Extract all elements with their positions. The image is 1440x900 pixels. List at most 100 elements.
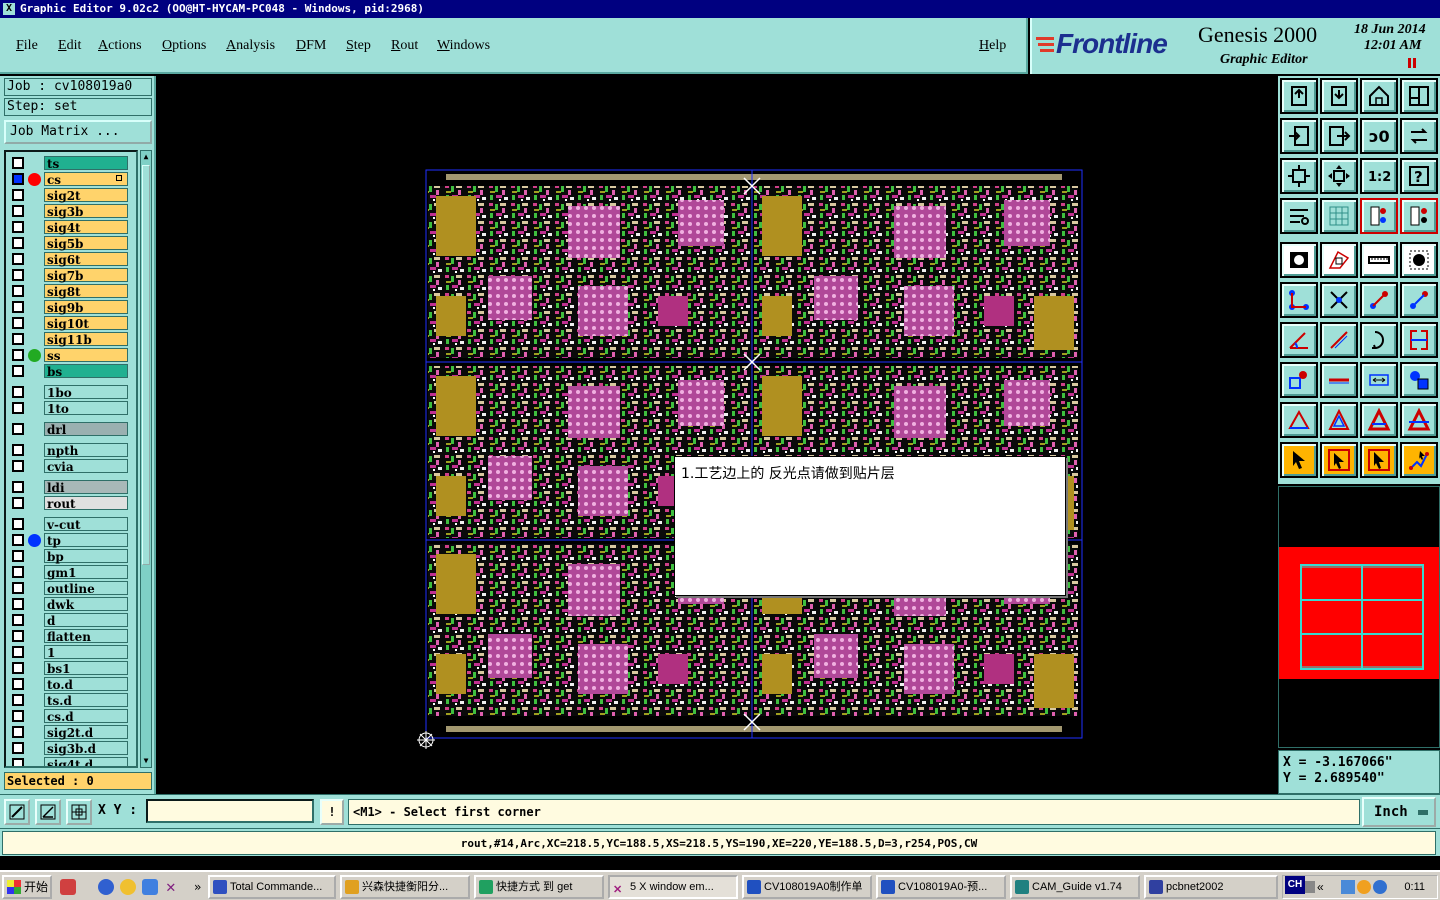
layer-row[interactable]: npth <box>8 443 136 458</box>
units-dropdown[interactable]: Inch <box>1362 797 1436 827</box>
layer-row[interactable]: sig4t.d <box>8 757 136 766</box>
pointer-select-icon[interactable] <box>1360 442 1398 478</box>
task-cv108019a0-pre[interactable]: CV108019A0-预... <box>876 875 1006 899</box>
layer-row[interactable]: dwk <box>8 597 136 612</box>
browser-icon[interactable] <box>142 879 158 895</box>
layer-row[interactable]: sig8t <box>8 284 136 299</box>
layer-row[interactable]: d <box>8 613 136 628</box>
scrollbar-thumb[interactable] <box>142 165 150 565</box>
layer-row[interactable]: ss <box>8 348 136 363</box>
start-button[interactable]: 开始 <box>2 875 52 899</box>
layer-checkbox[interactable] <box>12 598 24 610</box>
task-x-window[interactable]: ✕ 5 X window em... <box>608 875 738 899</box>
layer-name[interactable]: bs <box>44 364 128 379</box>
layer-row[interactable]: ts <box>8 156 136 171</box>
layer-checkbox[interactable] <box>12 365 24 377</box>
tray-update-icon[interactable] <box>1373 880 1387 894</box>
layer-name[interactable]: flatten <box>44 629 128 644</box>
layer-name[interactable]: d <box>44 613 128 628</box>
layer-name[interactable]: bs1 <box>44 661 128 676</box>
horizontal-line-icon[interactable] <box>1320 362 1358 398</box>
layer-name[interactable]: to.d <box>44 677 128 692</box>
layer-checkbox[interactable] <box>12 646 24 658</box>
outline-mode-icon[interactable] <box>1320 242 1358 278</box>
layer-name[interactable]: cs.d <box>44 709 128 724</box>
app-icon[interactable]: X <box>3 3 15 15</box>
grid-icon[interactable] <box>1320 198 1358 234</box>
layer-row[interactable]: tp <box>8 533 136 548</box>
layer-name[interactable]: sig11b <box>44 332 128 347</box>
layer-checkbox[interactable] <box>12 694 24 706</box>
layer-row[interactable]: sig11b <box>8 332 136 347</box>
menu-dfm[interactable]: DFM <box>296 38 326 54</box>
layer-name[interactable]: ldi <box>44 480 128 495</box>
layer-checkbox[interactable] <box>12 614 24 626</box>
arc-icon[interactable] <box>1360 322 1398 358</box>
layer-checkbox[interactable] <box>12 758 24 766</box>
zoom-center-icon[interactable] <box>1320 158 1358 194</box>
layer-checkbox[interactable] <box>12 173 24 185</box>
layer-name[interactable]: gm1 <box>44 565 128 580</box>
layer-row[interactable]: 1to <box>8 401 136 416</box>
layer-row[interactable]: bs1 <box>8 661 136 676</box>
layer-checkbox[interactable] <box>12 726 24 738</box>
layer-checkbox[interactable] <box>12 497 24 509</box>
task-cam-guide[interactable]: CAM_Guide v1.74 <box>1010 875 1140 899</box>
layer-name[interactable]: 1 <box>44 645 128 660</box>
task-cv108019a0-doc[interactable]: CV108019A0制作单 <box>742 875 872 899</box>
layer-checkbox[interactable] <box>12 481 24 493</box>
tray-expand-icon[interactable]: « <box>1317 880 1324 894</box>
zoom-fit-icon[interactable] <box>1280 158 1318 194</box>
scroll-down-icon[interactable]: ▼ <box>141 755 151 767</box>
menu-rout[interactable]: Rout <box>391 38 418 54</box>
layer-row[interactable]: 1bo <box>8 385 136 400</box>
layer-row[interactable]: gm1 <box>8 565 136 580</box>
menu-step[interactable]: Step <box>346 38 371 54</box>
ime-indicator[interactable]: CH <box>1285 876 1305 894</box>
layer-checkbox[interactable] <box>12 710 24 722</box>
layer-checkbox[interactable] <box>12 301 24 313</box>
triangle-cross-icon[interactable] <box>1400 402 1438 438</box>
open-icon[interactable] <box>1280 78 1318 114</box>
grid-snap-icon[interactable] <box>66 799 92 825</box>
layer-checkbox[interactable] <box>12 518 24 530</box>
layer-row[interactable]: sig2t <box>8 188 136 203</box>
tray-network-icon[interactable] <box>1341 880 1355 894</box>
tray-app-icon[interactable] <box>1357 880 1371 894</box>
layer-checkbox[interactable] <box>12 269 24 281</box>
layer-name[interactable]: sig5b <box>44 236 128 251</box>
layer-name[interactable]: sig4t.d <box>44 757 128 766</box>
home-icon[interactable] <box>1360 78 1398 114</box>
clock-app-icon[interactable] <box>120 879 136 895</box>
layer-row[interactable]: sig3b <box>8 204 136 219</box>
layer-checkbox[interactable] <box>12 582 24 594</box>
layer-name[interactable]: cvia <box>44 459 128 474</box>
layer-row[interactable]: outline <box>8 581 136 596</box>
menu-edit[interactable]: Edit <box>58 38 81 54</box>
pause-icon[interactable] <box>1408 58 1416 68</box>
layer-row[interactable]: flatten <box>8 629 136 644</box>
overview-map[interactable] <box>1278 486 1440 748</box>
layer-row[interactable]: sig4t <box>8 220 136 235</box>
layer-row[interactable]: sig5b <box>8 236 136 251</box>
layer-row[interactable]: cs <box>8 172 136 187</box>
mirror-icon[interactable]: ɔ0 <box>1360 118 1398 154</box>
ruler-icon[interactable] <box>1360 242 1398 278</box>
layer-row[interactable]: cvia <box>8 459 136 474</box>
layer-name[interactable]: sig3b <box>44 204 128 219</box>
layer-checkbox[interactable] <box>12 285 24 297</box>
task-shortcut-get[interactable]: 快捷方式 到 get <box>474 875 604 899</box>
menu-windows[interactable]: Windows <box>437 38 490 54</box>
xy-input[interactable] <box>146 799 314 823</box>
layer-row[interactable]: sig7b <box>8 268 136 283</box>
line-connect-icon[interactable] <box>1360 282 1398 318</box>
snap-mode-icon[interactable] <box>4 799 30 825</box>
layer-row[interactable]: to.d <box>8 677 136 692</box>
layer-name[interactable]: sig2t <box>44 188 128 203</box>
layer-row[interactable]: sig3b.d <box>8 741 136 756</box>
job-matrix-button[interactable]: Job Matrix ... <box>4 120 152 144</box>
cross-select-icon[interactable] <box>1320 282 1358 318</box>
line-connect-alt-icon[interactable] <box>1400 282 1438 318</box>
layer-row[interactable]: sig10t <box>8 316 136 331</box>
layer-name[interactable]: v-cut <box>44 517 128 532</box>
